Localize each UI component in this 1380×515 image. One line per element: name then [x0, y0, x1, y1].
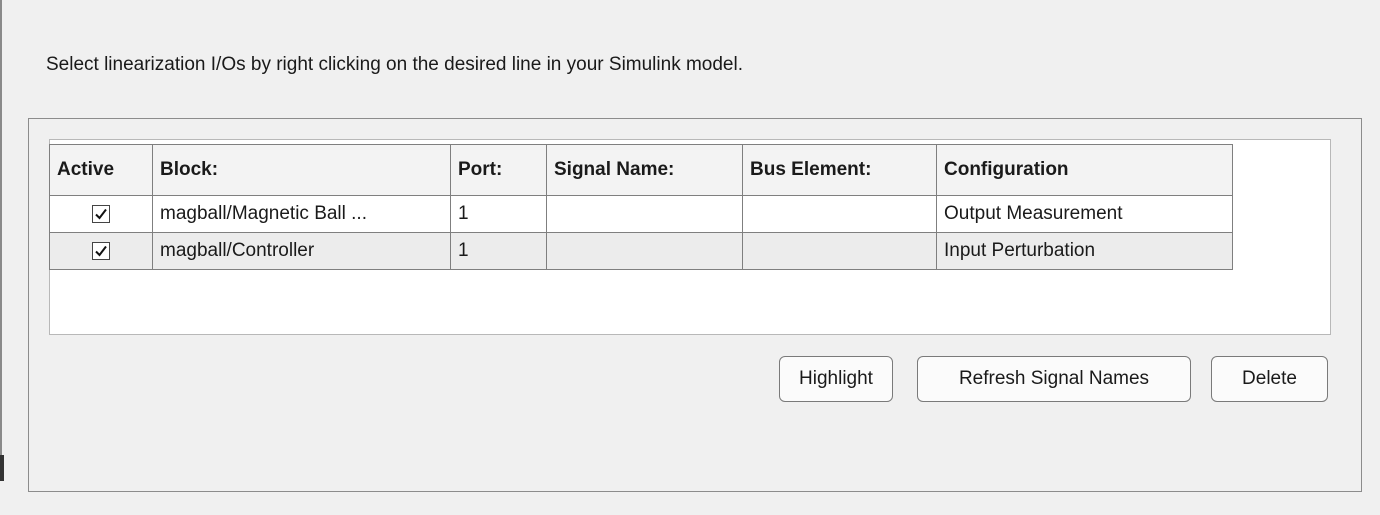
- delete-button[interactable]: Delete: [1211, 356, 1328, 402]
- io-panel: Active Block: Port: Signal Name: Bus Ele…: [28, 118, 1362, 492]
- active-cell[interactable]: [49, 232, 153, 270]
- bus-element-cell[interactable]: [742, 195, 937, 233]
- header-bus-element[interactable]: Bus Element:: [742, 144, 937, 196]
- header-signal-name[interactable]: Signal Name:: [546, 144, 743, 196]
- table-row[interactable]: magball/Controller 1 Input Perturbation: [49, 232, 1233, 270]
- signal-name-cell[interactable]: [546, 195, 743, 233]
- active-checkbox[interactable]: [92, 204, 110, 223]
- highlight-button[interactable]: Highlight: [779, 356, 893, 402]
- header-block[interactable]: Block:: [152, 144, 451, 196]
- header-configuration[interactable]: Configuration: [936, 144, 1233, 196]
- configuration-cell[interactable]: Input Perturbation: [936, 232, 1233, 270]
- window-edge: [0, 0, 2, 480]
- active-cell[interactable]: [49, 195, 153, 233]
- configuration-cell[interactable]: Output Measurement: [936, 195, 1233, 233]
- active-checkbox[interactable]: [92, 241, 110, 260]
- block-cell[interactable]: magball/Magnetic Ball ...: [152, 195, 451, 233]
- window-edge-marker: [0, 455, 4, 481]
- instruction-text: Select linearization I/Os by right click…: [46, 54, 743, 75]
- table-row[interactable]: magball/Magnetic Ball ... 1 Output Measu…: [49, 195, 1233, 233]
- block-cell[interactable]: magball/Controller: [152, 232, 451, 270]
- checkmark-icon: [95, 245, 107, 257]
- linearization-io-dialog: Select linearization I/Os by right click…: [0, 0, 1380, 515]
- bus-element-cell[interactable]: [742, 232, 937, 270]
- signal-name-cell[interactable]: [546, 232, 743, 270]
- refresh-signal-names-button[interactable]: Refresh Signal Names: [917, 356, 1191, 402]
- io-table: Active Block: Port: Signal Name: Bus Ele…: [49, 144, 1233, 270]
- table-header-row: Active Block: Port: Signal Name: Bus Ele…: [49, 144, 1233, 196]
- port-cell[interactable]: 1: [450, 195, 547, 233]
- port-cell[interactable]: 1: [450, 232, 547, 270]
- header-active[interactable]: Active: [49, 144, 153, 196]
- header-port[interactable]: Port:: [450, 144, 547, 196]
- checkmark-icon: [95, 208, 107, 220]
